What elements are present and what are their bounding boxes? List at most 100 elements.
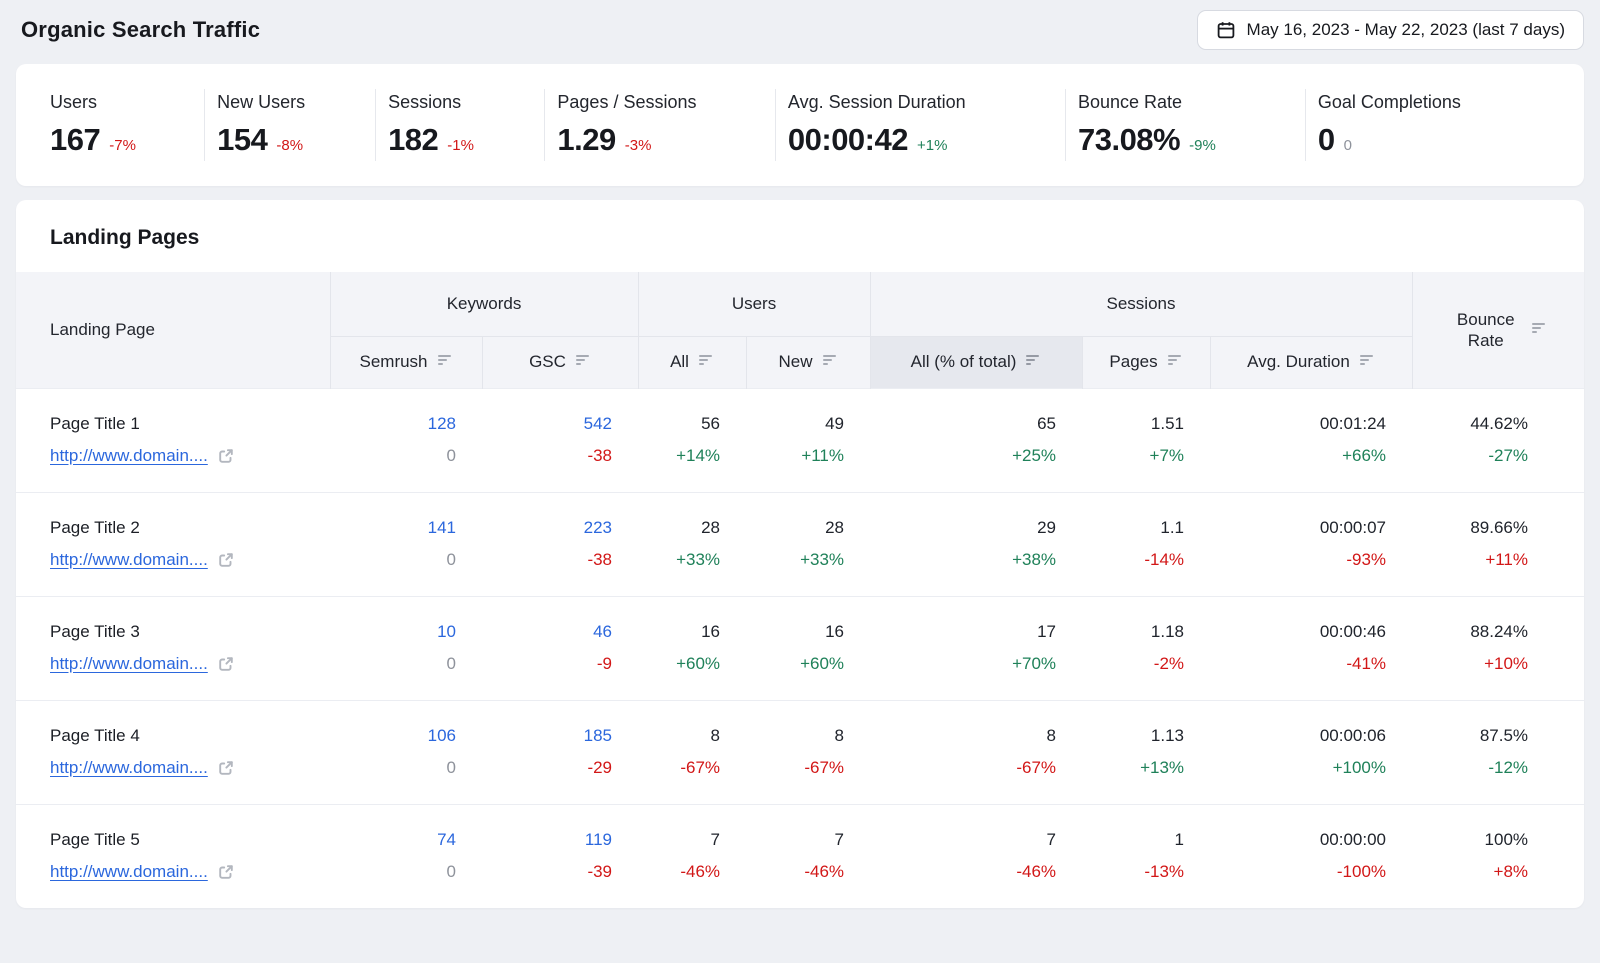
external-link-icon[interactable] (217, 551, 235, 569)
kpi-label: Sessions (388, 92, 534, 113)
kpi-value: 1.29 (557, 122, 615, 158)
metric-cell: 1280 (330, 388, 482, 492)
metric-delta: +13% (1082, 752, 1184, 784)
metric-value: 65 (870, 408, 1056, 440)
kpi-delta: 0 (1344, 137, 1352, 154)
external-link-icon[interactable] (217, 655, 235, 673)
column-header-bounce-rate[interactable]: Bounce Rate (1412, 272, 1584, 388)
page-url-text: http://www.domain.... (50, 446, 208, 465)
metric-cell: 56+14% (638, 388, 746, 492)
metric-link[interactable]: 223 (482, 512, 612, 544)
sort-icon (698, 352, 714, 372)
sort-icon (1025, 352, 1041, 372)
metric-delta: +25% (870, 440, 1056, 472)
page-title: Page Title 5 (50, 824, 330, 856)
metric-link[interactable]: 46 (482, 616, 612, 648)
kpi-value: 182 (388, 122, 438, 158)
metric-delta: -67% (746, 752, 844, 784)
metric-cell: 46-9 (482, 596, 638, 700)
group-header-keywords: Keywords (330, 272, 638, 336)
metric-cell: 00:00:00-100% (1210, 804, 1412, 908)
landing-pages-table: Landing Page Keywords Users Sessions Bou… (16, 272, 1584, 908)
kpi-label: Users (50, 92, 194, 113)
landing-page-cell: Page Title 1 http://www.domain.... (16, 388, 330, 492)
metric-value: 1.1 (1082, 512, 1184, 544)
sort-icon (1167, 352, 1183, 372)
date-range-label: May 16, 2023 - May 22, 2023 (last 7 days… (1247, 20, 1565, 40)
metric-cell: 8-67% (870, 700, 1082, 804)
metric-link[interactable]: 141 (330, 512, 456, 544)
metric-link[interactable]: 106 (330, 720, 456, 752)
landing-page-cell: Page Title 3 http://www.domain.... (16, 596, 330, 700)
metric-link[interactable]: 119 (482, 824, 612, 856)
metric-link[interactable]: 10 (330, 616, 456, 648)
metric-delta: 0 (330, 856, 456, 888)
metric-cell: 223-38 (482, 492, 638, 596)
table-row: Page Title 3 http://www.domain.... 10046… (16, 596, 1584, 700)
table-row: Page Title 4 http://www.domain.... 10601… (16, 700, 1584, 804)
metric-link[interactable]: 128 (330, 408, 456, 440)
kpi-value: 00:00:42 (788, 122, 908, 158)
metric-cell: 7-46% (746, 804, 870, 908)
kpi-item: Goal Completions 0 0 (1305, 89, 1584, 161)
page-url-link[interactable]: http://www.domain.... (50, 752, 208, 784)
metric-link[interactable]: 74 (330, 824, 456, 856)
date-range-picker[interactable]: May 16, 2023 - May 22, 2023 (last 7 days… (1197, 10, 1584, 50)
metric-cell: 29+38% (870, 492, 1082, 596)
column-header-gsc[interactable]: GSC (482, 336, 638, 388)
table-row: Page Title 1 http://www.domain.... 12805… (16, 388, 1584, 492)
column-header-avg-duration[interactable]: Avg. Duration (1210, 336, 1412, 388)
page-title: Page Title 2 (50, 512, 330, 544)
metric-cell: 740 (330, 804, 482, 908)
metric-delta: +11% (1412, 544, 1528, 576)
metric-value: 88.24% (1412, 616, 1528, 648)
sort-icon (1531, 320, 1547, 340)
column-header-pages[interactable]: Pages (1082, 336, 1210, 388)
page-url-link[interactable]: http://www.domain.... (50, 440, 208, 472)
metric-value: 17 (870, 616, 1056, 648)
page-url-link[interactable]: http://www.domain.... (50, 544, 208, 576)
metric-value: 8 (746, 720, 844, 752)
column-header-sessions-all[interactable]: All (% of total) (870, 336, 1082, 388)
metric-cell: 44.62%-27% (1412, 388, 1584, 492)
metric-delta: -41% (1210, 648, 1386, 680)
metric-delta: +33% (638, 544, 720, 576)
column-header-users-all[interactable]: All (638, 336, 746, 388)
page-url-link[interactable]: http://www.domain.... (50, 856, 208, 888)
metric-value: 00:01:24 (1210, 408, 1386, 440)
metric-cell: 28+33% (746, 492, 870, 596)
column-header-semrush[interactable]: Semrush (330, 336, 482, 388)
metric-value: 1.51 (1082, 408, 1184, 440)
external-link-icon[interactable] (217, 447, 235, 465)
page-url-link[interactable]: http://www.domain.... (50, 648, 208, 680)
external-link-icon[interactable] (217, 863, 235, 881)
metric-delta: +33% (746, 544, 844, 576)
kpi-label: Avg. Session Duration (788, 92, 1055, 113)
landing-pages-card: Landing Pages Landing Page Keywords User… (16, 200, 1584, 908)
sort-icon (575, 352, 591, 372)
metric-value: 29 (870, 512, 1056, 544)
kpi-delta: -7% (109, 137, 136, 154)
group-header-sessions: Sessions (870, 272, 1412, 336)
metric-link[interactable]: 185 (482, 720, 612, 752)
metric-cell: 7-46% (870, 804, 1082, 908)
kpi-item: Pages / Sessions 1.29 -3% (544, 89, 774, 161)
external-link-icon[interactable] (217, 759, 235, 777)
kpi-row: Users 167 -7% New Users 154 -8% Sessions… (16, 89, 1584, 161)
metric-value: 1 (1082, 824, 1184, 856)
page-url-text: http://www.domain.... (50, 654, 208, 673)
metric-cell: 8-67% (746, 700, 870, 804)
metric-cell: 1-13% (1082, 804, 1210, 908)
kpi-delta: -8% (276, 137, 303, 154)
metric-delta: 0 (330, 544, 456, 576)
kpi-summary-card: Users 167 -7% New Users 154 -8% Sessions… (16, 64, 1584, 186)
metric-delta: -2% (1082, 648, 1184, 680)
calendar-icon (1216, 20, 1236, 40)
metric-delta: -13% (1082, 856, 1184, 888)
kpi-label: Pages / Sessions (557, 92, 764, 113)
metric-link[interactable]: 542 (482, 408, 612, 440)
metric-value: 7 (746, 824, 844, 856)
metric-cell: 00:00:46-41% (1210, 596, 1412, 700)
column-header-users-new[interactable]: New (746, 336, 870, 388)
metric-cell: 88.24%+10% (1412, 596, 1584, 700)
